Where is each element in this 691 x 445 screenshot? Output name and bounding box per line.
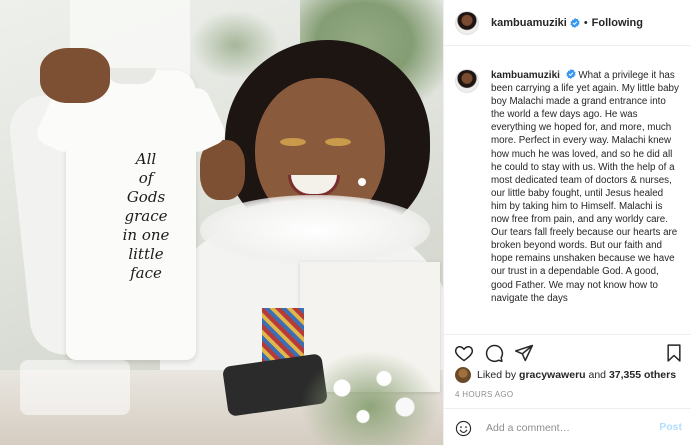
avatar[interactable] [455, 367, 471, 383]
action-bar [444, 334, 691, 370]
verified-badge-icon [570, 17, 580, 28]
flowers [300, 350, 440, 445]
liked-by-user[interactable]: gracywaweru [519, 369, 586, 381]
header-username[interactable]: kambuamuziki [491, 17, 567, 29]
post-comment-button[interactable]: Post [659, 421, 682, 433]
separator-dot: • [583, 16, 588, 29]
person-eye [325, 138, 351, 146]
baby-onesie: All of Gods grace in one little face [33, 68, 229, 360]
likes-prefix: Liked by [477, 369, 517, 381]
post-sidebar: kambuamuziki • Following kambuamuziki Wh… [443, 0, 691, 445]
onesie-neck [106, 68, 156, 84]
comment-bar: Post [444, 408, 691, 445]
comment-input[interactable] [486, 420, 646, 436]
smiley-icon[interactable] [455, 420, 472, 437]
likes-count[interactable]: 37,355 others [609, 369, 676, 381]
likes-summary: Liked by gracywaweru and 37,355 others [455, 367, 676, 383]
verified-badge-icon [566, 69, 576, 79]
bookmark-icon[interactable] [664, 343, 684, 363]
likes-middle: and [588, 369, 607, 381]
earring [358, 178, 366, 186]
caption-text: What a privilege it has been carrying a … [491, 70, 679, 304]
onesie-print-text: All of Gods grace in one little face [122, 150, 170, 282]
post-header: kambuamuziki • Following [444, 0, 691, 46]
caption-area[interactable]: kambuamuziki What a privilege it has bee… [444, 47, 691, 334]
glass-plate [20, 360, 130, 415]
post-timestamp[interactable]: 4 HOURS AGO [455, 390, 513, 399]
heart-icon[interactable] [454, 343, 474, 363]
comment-bubble-icon[interactable] [484, 343, 504, 363]
feather-trim [200, 195, 430, 265]
caption-username[interactable]: kambuamuziki [491, 70, 560, 81]
following-button[interactable]: Following [592, 17, 643, 29]
caption: kambuamuziki What a privilege it has bee… [491, 69, 681, 334]
avatar[interactable] [455, 10, 479, 35]
gift-bag [262, 308, 304, 363]
person-eye [280, 138, 306, 146]
post-image[interactable]: All of Gods grace in one little face [0, 0, 443, 445]
person-hand [40, 48, 110, 103]
avatar[interactable] [455, 69, 479, 93]
paper-plane-icon[interactable] [514, 343, 534, 363]
